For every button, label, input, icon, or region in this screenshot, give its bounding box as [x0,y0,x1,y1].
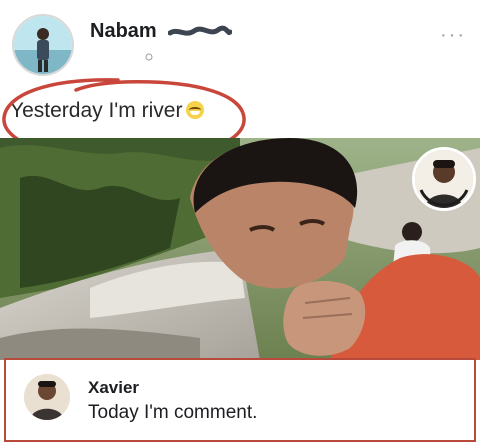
grinning-emoji-icon [186,101,205,119]
globe-icon [145,50,153,64]
commenter-avatar[interactable] [24,374,70,420]
post-text-body: Yesterday I'm river [10,99,183,122]
post-photo[interactable] [0,138,480,360]
comment-text: Today I'm comment. [88,402,258,423]
watermark-badge [412,147,476,211]
commenter-name[interactable]: Xavier [88,378,139,398]
author-name[interactable]: Nabam [90,20,157,43]
author-avatar[interactable] [12,14,74,76]
more-options-icon[interactable]: ··· [440,24,466,47]
name-scribble [168,25,232,36]
post-text: Yesterday I'm river [10,99,205,123]
comment-box: Xavier Today I'm comment. [4,358,476,442]
post-header: Nabam ··· Yesterday I'm river [0,0,480,162]
